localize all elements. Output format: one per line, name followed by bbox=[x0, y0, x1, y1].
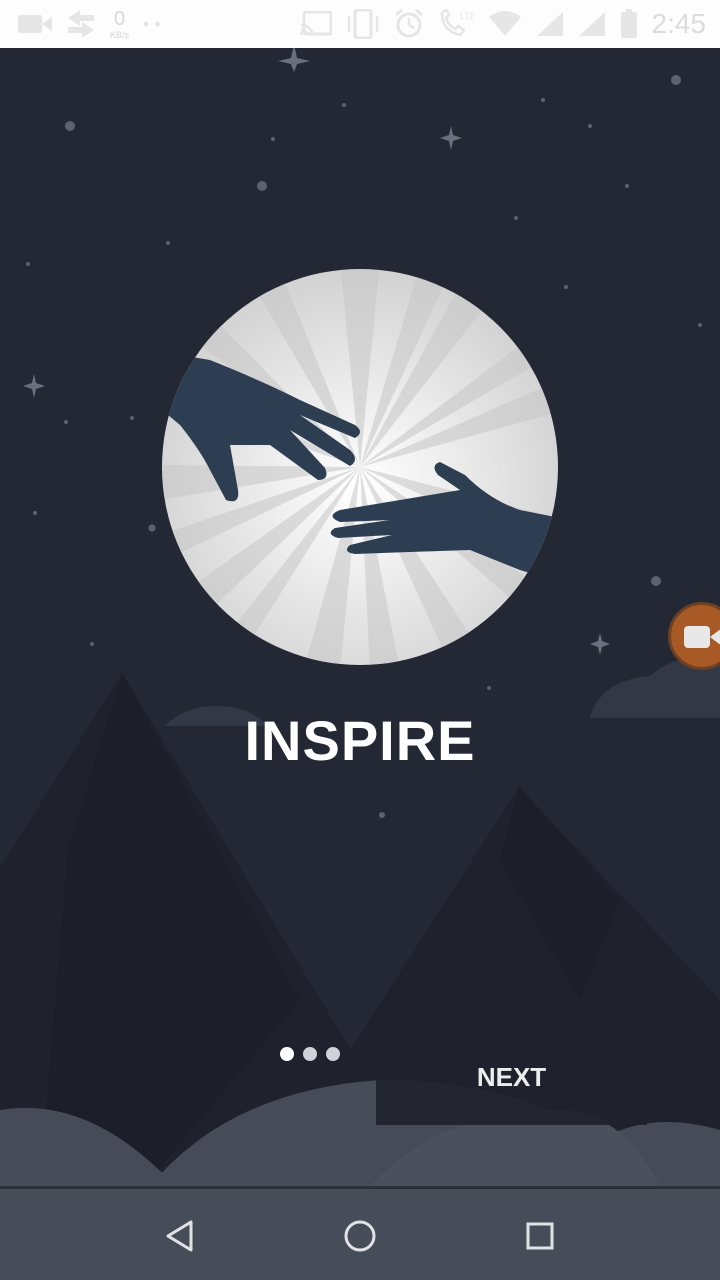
nav-home-button[interactable] bbox=[330, 1209, 390, 1263]
status-bar-right: LTE 2:45 bbox=[299, 6, 707, 42]
battery-icon bbox=[620, 9, 637, 38]
volte-call-icon: LTE bbox=[440, 9, 474, 37]
vibrate-icon bbox=[347, 9, 378, 39]
nav-recents-button[interactable] bbox=[510, 1209, 570, 1263]
net-speed-value: 0 bbox=[113, 7, 126, 30]
network-speed-icon: 0 KB/s bbox=[110, 9, 129, 40]
status-time: 2:45 bbox=[651, 8, 707, 39]
page-indicator bbox=[280, 1047, 340, 1061]
alarm-icon bbox=[394, 9, 423, 38]
onboarding-title: INSPIRE bbox=[244, 709, 476, 772]
video-camera-icon bbox=[684, 626, 720, 648]
page-dot-2[interactable] bbox=[303, 1047, 317, 1061]
status-bar-left: 0 KB/s • • bbox=[18, 8, 161, 40]
recents-icon bbox=[526, 1222, 554, 1250]
back-icon bbox=[166, 1220, 193, 1252]
home-icon bbox=[344, 1220, 376, 1252]
night-mountain-background bbox=[0, 48, 720, 1186]
status-bar: 0 KB/s • • LTE 2:45 bbox=[0, 0, 720, 48]
page-dot-1[interactable] bbox=[280, 1047, 294, 1061]
signal-icon-2 bbox=[578, 12, 605, 36]
sync-arrows-icon bbox=[68, 10, 94, 38]
net-speed-unit: KB/s bbox=[110, 29, 130, 40]
navigation-bar bbox=[0, 1186, 720, 1280]
video-camera-icon bbox=[18, 15, 52, 33]
svg-text:LTE: LTE bbox=[460, 11, 474, 21]
wifi-icon bbox=[488, 11, 521, 36]
signal-icon bbox=[536, 12, 563, 36]
cast-icon bbox=[299, 11, 332, 36]
next-button[interactable]: NEXT bbox=[376, 1030, 647, 1125]
onboarding-screen: 0 KB/s • • LTE 2:45 INSPIRE NEXT bbox=[0, 0, 720, 1280]
page-dot-3[interactable] bbox=[326, 1047, 340, 1061]
overflow-dots-icon: • • bbox=[143, 14, 161, 34]
nav-back-button[interactable] bbox=[150, 1209, 210, 1263]
